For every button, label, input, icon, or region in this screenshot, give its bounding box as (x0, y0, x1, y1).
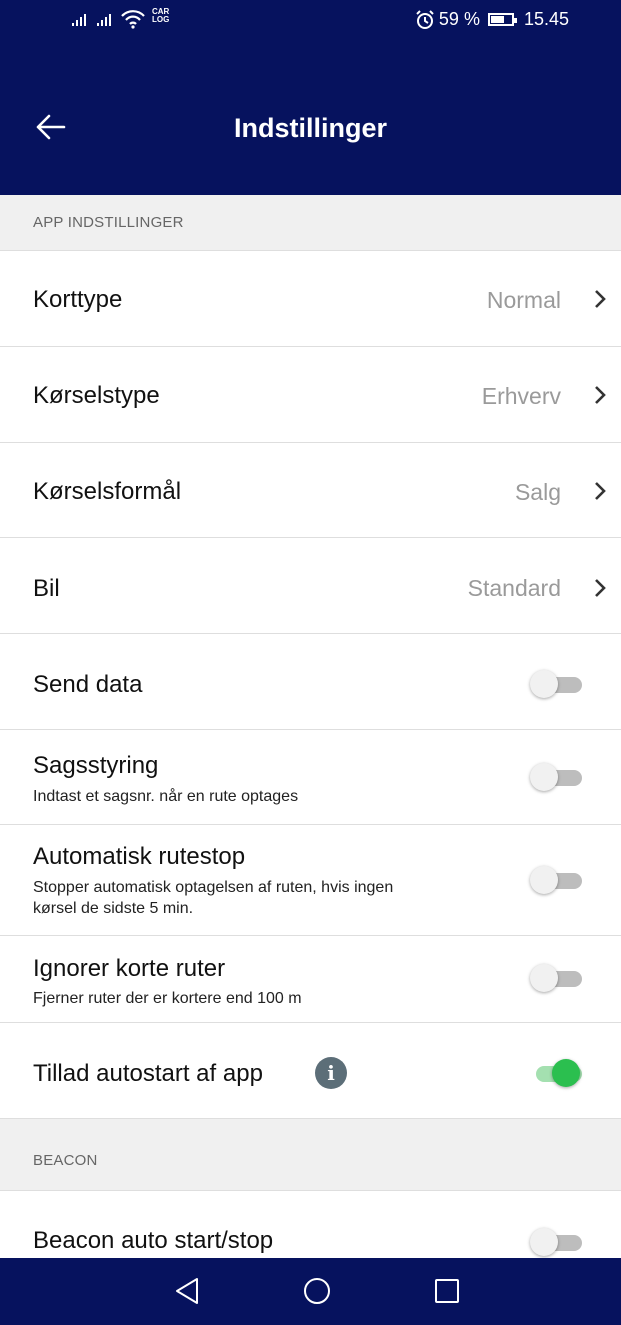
setting-value: Erhverv (481, 383, 561, 409)
status-bar: CAR LOG 59 % 15.45 (0, 0, 621, 36)
nav-home-icon[interactable] (302, 1276, 332, 1306)
setting-beacon-auto: Beacon auto start/stop (0, 1191, 621, 1258)
setting-value: Salg (514, 479, 561, 505)
setting-korselsformal[interactable]: Kørselsformål Salg (0, 443, 621, 538)
signal-icon (72, 14, 86, 26)
setting-sagsstyring: Sagsstyring Indtast et sagsnr. når en ru… (0, 730, 621, 825)
setting-label: Automatisk rutestop (33, 843, 246, 870)
car-log-line2: LOG (152, 15, 170, 24)
section-header-beacon: BEACON (0, 1119, 621, 1191)
setting-korselstype[interactable]: Kørselstype Erhverv (0, 347, 621, 443)
chevron-right-icon (595, 482, 606, 500)
automatisk-rutestop-toggle[interactable] (530, 865, 582, 895)
section-header-app: APP INDSTILLINGER (0, 195, 621, 251)
setting-label: Send data (33, 671, 143, 698)
setting-tillad-autostart: Tillad autostart af app i (0, 1023, 621, 1119)
chevron-right-icon (595, 290, 606, 308)
setting-automatisk-rutestop: Automatisk rutestop Stopper automatisk o… (0, 825, 621, 936)
chevron-right-icon (595, 579, 606, 597)
setting-label: Sagsstyring (33, 752, 159, 779)
setting-label: Kørselsformål (33, 478, 182, 505)
battery-icon (487, 13, 517, 26)
battery-percent: 59 % (438, 9, 480, 29)
app-header: CAR LOG 59 % 15.45 Indstillinger (0, 0, 621, 195)
beacon-auto-toggle[interactable] (530, 1227, 582, 1257)
setting-bil[interactable]: Bil Standard (0, 538, 621, 634)
setting-subtitle: Fjerner ruter der er kortere end 100 m (33, 990, 302, 1007)
setting-subtitle: kørsel de sidste 5 min. (33, 900, 194, 917)
setting-subtitle: Stopper automatisk optagelsen af ruten, … (33, 879, 394, 896)
setting-subtitle: Indtast et sagsnr. når en rute optages (33, 788, 299, 805)
info-icon[interactable]: i (315, 1057, 347, 1089)
status-right: 59 % 15.45 (415, 9, 569, 30)
setting-label: Kørselstype (33, 382, 160, 409)
setting-label: Bil (33, 575, 60, 602)
page-title: Indstillinger (233, 113, 387, 143)
wifi-icon (121, 10, 145, 29)
setting-label: Ignorer korte ruter (33, 955, 226, 982)
setting-ignorer-korte-ruter: Ignorer korte ruter Fjerner ruter der er… (0, 936, 621, 1023)
setting-label: Korttype (33, 286, 123, 313)
setting-value: Normal (486, 287, 561, 313)
setting-send-data: Send data (0, 634, 621, 730)
nav-recents-icon[interactable] (433, 1276, 461, 1306)
setting-korttype[interactable]: Korttype Normal (0, 251, 621, 347)
alarm-icon (416, 9, 434, 29)
system-nav-bar (0, 1258, 621, 1325)
setting-value: Standard (467, 575, 561, 601)
setting-label: Beacon auto start/stop (33, 1227, 274, 1254)
ignorer-korte-ruter-toggle[interactable] (530, 963, 582, 993)
signal-icon (97, 14, 111, 26)
nav-back-icon[interactable] (173, 1276, 201, 1306)
setting-label: Tillad autostart af app (33, 1060, 263, 1087)
tillad-autostart-toggle[interactable] (530, 1058, 582, 1088)
send-data-toggle[interactable] (530, 669, 582, 699)
car-log-indicator: CAR LOG (152, 8, 169, 24)
chevron-right-icon (595, 386, 606, 404)
sagsstyring-toggle[interactable] (530, 762, 582, 792)
status-time: 15.45 (523, 9, 569, 29)
